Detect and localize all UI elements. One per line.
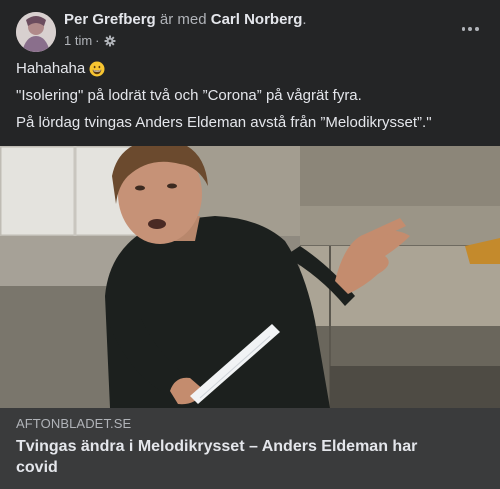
more-options-icon[interactable] (460, 19, 480, 39)
link-domain: AFTONBLADET.SE (16, 416, 132, 431)
post-line-1: Hahahaha (16, 59, 486, 79)
tagged-name[interactable]: Carl Norberg (211, 11, 303, 28)
tagged-suffix: . (302, 11, 307, 28)
meta-separator: · (95, 33, 100, 48)
link-preview-card[interactable]: AFTONBLADET.SE Tvingas ändra i Melodikry… (0, 408, 500, 489)
with-text: är med (159, 11, 207, 28)
post-meta: 1 tim · (64, 33, 116, 49)
post-line-2: "Isolering" på lodrät två och ”Corona” p… (16, 87, 362, 104)
post-line-3: På lördag tvingas Anders Eldeman avstå f… (16, 114, 432, 131)
avatar[interactable] (16, 12, 56, 52)
link-title[interactable]: Tvingas ändra i Melodikrysset – Anders E… (16, 436, 456, 478)
article-photo[interactable] (0, 146, 500, 408)
post-line-1-text: Hahahaha (16, 60, 86, 77)
grinning-face-emoji-icon (89, 61, 105, 77)
author-name[interactable]: Per Grefberg (64, 11, 156, 28)
post-time[interactable]: 1 tim (64, 33, 92, 49)
post-header: Per Grefberg är med Carl Norberg. 1 tim … (0, 0, 500, 56)
post-author-line: Per Grefberg är med Carl Norberg. (64, 11, 307, 29)
gear-icon[interactable] (104, 35, 116, 47)
